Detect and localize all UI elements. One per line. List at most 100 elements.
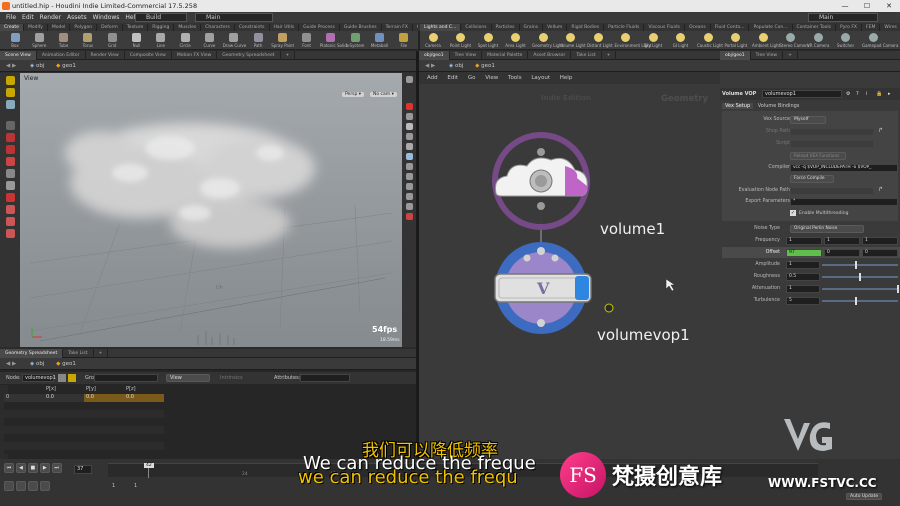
shelf-tab-pyro-fx[interactable]: Pyro FX (836, 24, 863, 31)
network-menu-view[interactable]: View (485, 75, 498, 81)
tab-geometry-spreadsheet-top[interactable]: Geometry Spreadsheet (217, 51, 281, 60)
handle-tool-icon[interactable] (5, 88, 15, 97)
path-obj[interactable]: obj (455, 63, 463, 69)
roughness-slider-knob[interactable] (859, 273, 861, 281)
node-label-volume1[interactable]: volume1 (600, 220, 665, 238)
pin-spreadsheet-icon[interactable] (68, 374, 76, 382)
tool-line[interactable]: Line (150, 33, 172, 48)
add-tab-button[interactable]: + (94, 349, 109, 358)
shelf-tab-guide-process[interactable]: Guide Process (299, 24, 340, 31)
move-tool-icon[interactable] (5, 121, 15, 130)
node-chooser-icon[interactable]: ↱ (878, 186, 883, 193)
shelf-tab-vellum[interactable]: Vellum (543, 24, 568, 31)
amplitude-field[interactable]: 1 (786, 261, 820, 269)
shelf-tab-texture[interactable]: Texture (123, 24, 149, 31)
tool-l-system[interactable]: L-System (344, 33, 366, 48)
tab-motion-fx-view[interactable]: Motion FX View (172, 51, 218, 60)
tool-torus[interactable]: Torus (77, 33, 99, 48)
view-tool-icon[interactable] (5, 169, 15, 178)
shelf-tab-grains[interactable]: Grains (520, 24, 544, 31)
tool-stereo-camera[interactable]: Stereo Camera (780, 33, 810, 48)
maximize-button[interactable]: ☐ (856, 0, 878, 12)
shelf-tab-collisions[interactable]: Collisions (461, 24, 492, 31)
attenuation-slider-knob[interactable] (897, 285, 899, 293)
amplitude-slider-knob[interactable] (855, 261, 858, 269)
force-compile-button[interactable]: Force Compile (790, 175, 834, 183)
display-options-icon[interactable] (405, 76, 413, 83)
build-desktop-select[interactable]: Build (135, 13, 187, 22)
tool-null[interactable]: Null (126, 33, 148, 48)
shelf-tab-oceans[interactable]: Oceans (685, 24, 711, 31)
offset-z-field[interactable]: 0 (862, 249, 898, 257)
tab-network-obj-geo1[interactable]: obj/geo1 (419, 51, 450, 60)
shelf-tab-modify[interactable]: Modify (24, 24, 48, 31)
tool-gamepad-camera[interactable]: Gamepad Camera (862, 33, 898, 48)
shelf-tab-lights-and-c-[interactable]: Lights and C... (420, 24, 462, 31)
add-tab-button[interactable]: + (783, 51, 798, 60)
menu-edit[interactable]: Edit (22, 14, 34, 21)
shaded-icon[interactable] (405, 123, 413, 130)
menu-render[interactable]: Render (40, 14, 61, 21)
intrinsics-label[interactable]: Intrinsics (220, 372, 243, 384)
back-arrow-icon[interactable]: ◀ ▶ (6, 361, 16, 367)
range-start[interactable]: 1 (112, 483, 115, 489)
export-field[interactable]: * (790, 198, 898, 206)
normals-icon[interactable] (405, 193, 413, 200)
tool-sky-light[interactable]: Sky Light (642, 33, 664, 48)
shelf-tab-particle-fluids[interactable]: Particle Fluids (604, 24, 645, 31)
tab-take-list[interactable]: Take List (63, 349, 94, 358)
tool-path[interactable]: Path (247, 33, 269, 48)
stop-button[interactable]: ■ (27, 463, 38, 473)
snap-icon[interactable] (5, 181, 15, 190)
tab-material-palette[interactable]: Material Palette (482, 51, 529, 60)
right-desktop-select[interactable]: Main (808, 13, 878, 22)
perspective-menu[interactable]: Persp ▾ (342, 92, 365, 97)
step-back-button[interactable]: ◀ (15, 463, 26, 473)
script-field[interactable] (790, 140, 874, 148)
network-canvas[interactable]: Indie Edition Geometry V volume1 volumev… (419, 86, 720, 459)
tab-param-tree-view[interactable]: Tree View (751, 51, 784, 60)
reload-vex-button[interactable]: Reload VEX Functions (790, 152, 846, 160)
auto-update-menu[interactable]: Auto Update (846, 493, 883, 500)
tool-box[interactable]: Box (4, 33, 26, 48)
frequency-y-field[interactable]: 1 (824, 237, 860, 245)
info-icon[interactable]: i (866, 88, 867, 100)
tool-sphere[interactable]: Sphere (28, 33, 50, 48)
mask-icon[interactable] (5, 229, 15, 238)
tool-draw-curve[interactable]: Draw Curve (223, 33, 246, 48)
tab-animation-editor[interactable]: Animation Editor (37, 51, 86, 60)
turbulence-field[interactable]: 5 (786, 297, 820, 305)
shelf-tab-wires[interactable]: Wires (880, 24, 900, 31)
tool-platonic-solids[interactable]: Platonic Solids (320, 33, 349, 48)
tool-camera[interactable]: Camera (422, 33, 444, 48)
range-icon[interactable] (39, 481, 50, 491)
snapshot-icon[interactable] (405, 163, 413, 170)
rotate-tool-icon[interactable] (5, 133, 15, 142)
network-menu-go[interactable]: Go (468, 75, 476, 81)
shelf-tab-deform[interactable]: Deform (97, 24, 123, 31)
path-obj[interactable]: obj (36, 361, 44, 367)
shelf-tab-model[interactable]: Model (48, 24, 71, 31)
group-field[interactable] (94, 374, 158, 382)
shelf-tab-muscles[interactable]: Muscles (174, 24, 202, 31)
current-frame-field[interactable]: 37 (74, 465, 92, 474)
tool-point-light[interactable]: Point Light (450, 33, 472, 48)
add-tab-button[interactable]: + (281, 51, 296, 60)
shelf-tab-create[interactable]: Create (0, 24, 24, 31)
loop-icon[interactable] (15, 481, 26, 491)
add-tab-button[interactable]: + (602, 51, 617, 60)
pin-icon[interactable]: ▸ (888, 88, 891, 100)
jump-start-button[interactable]: ⏮ (4, 463, 14, 473)
vex-source-menu[interactable]: Myself (790, 116, 826, 124)
amplitude-slider[interactable] (822, 261, 898, 269)
node-field[interactable]: volumevop1 (22, 374, 56, 382)
shelf-tab-rigid-bodies[interactable]: Rigid Bodies (567, 24, 605, 31)
tool-caustic-light[interactable]: Caustic Light (697, 33, 723, 48)
tool-ambient-light[interactable]: Ambient Light (752, 33, 780, 48)
tool-portal-light[interactable]: Portal Light (725, 33, 747, 48)
play-button[interactable]: ▶ (39, 463, 50, 473)
shelf-tab-cloud-fx[interactable]: Cloud FX (413, 24, 418, 31)
lock-icon[interactable]: 🔒 (876, 88, 882, 100)
offset-y-field[interactable]: 0 (824, 249, 860, 257)
frequency-z-field[interactable]: 1 (862, 237, 898, 245)
